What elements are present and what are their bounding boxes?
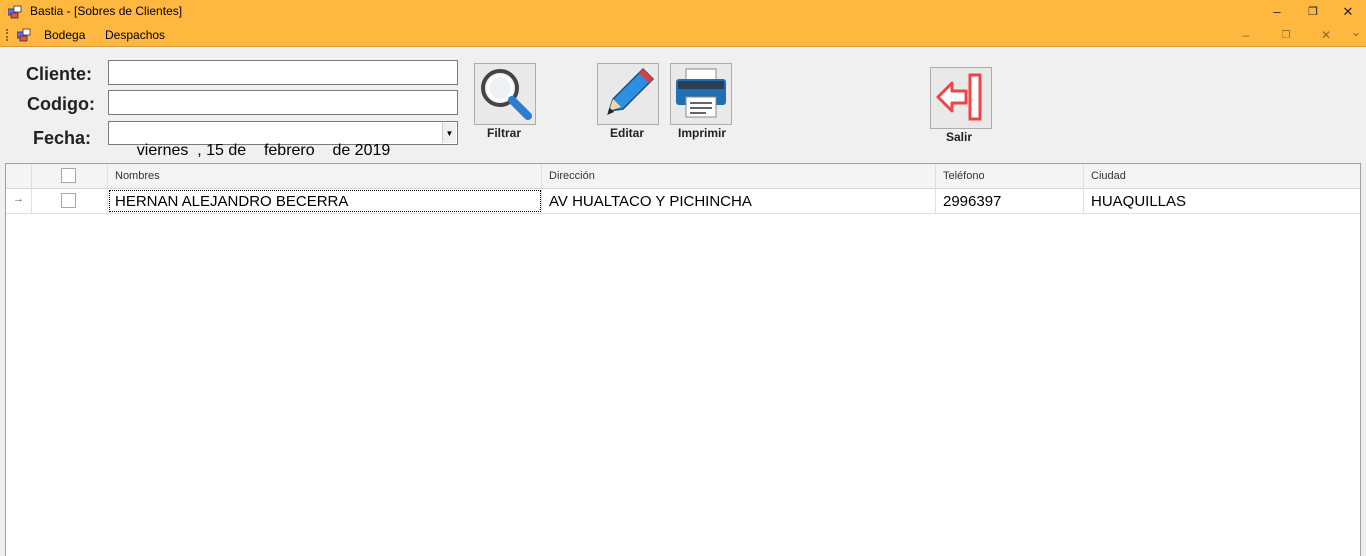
cliente-label: Cliente:: [25, 64, 92, 84]
pencil-icon: [607, 67, 655, 115]
magnifier-icon: [481, 69, 532, 120]
imprimir-button[interactable]: [670, 63, 732, 125]
chevron-down-icon[interactable]: ▼: [442, 123, 456, 143]
exit-arrow-icon: [936, 73, 982, 121]
column-header-direccion[interactable]: Dirección: [542, 164, 936, 189]
menu-despachos[interactable]: Despachos: [105, 28, 165, 42]
mdi-restore-button[interactable]: ❐: [1274, 26, 1298, 44]
app-icon: [8, 5, 22, 19]
column-header-nombres[interactable]: Nombres: [108, 164, 542, 189]
codigo-input[interactable]: [108, 90, 458, 115]
cell-direccion[interactable]: AV HUALTACO Y PICHINCHA: [542, 189, 936, 213]
menu-bar: Bodega Despachos – ❐ ✕ ⌄: [0, 23, 1366, 47]
codigo-label: Codigo:: [27, 94, 95, 114]
fecha-label: Fecha:: [32, 128, 91, 148]
mdi-minimize-button[interactable]: –: [1234, 26, 1258, 44]
close-button[interactable]: ✕: [1330, 0, 1366, 23]
menu-bodega[interactable]: Bodega: [44, 28, 85, 42]
salir-label: Salir: [945, 130, 972, 144]
form-panel: Cliente: Codigo: Fecha: viernes , 15 de …: [0, 48, 1366, 556]
mdi-dropdown-button[interactable]: ⌄: [1344, 23, 1366, 41]
imprimir-label: Imprimir: [677, 126, 726, 140]
grid-header: Nombres Dirección Teléfono Ciudad: [6, 164, 1360, 189]
editar-label: Editar: [609, 126, 644, 140]
current-row-arrow-icon: →: [13, 193, 24, 205]
select-all-column[interactable]: [32, 164, 108, 189]
mdi-close-button[interactable]: ✕: [1314, 26, 1338, 44]
cell-telefono[interactable]: 2996397: [936, 189, 1084, 213]
select-all-checkbox[interactable]: [61, 168, 76, 183]
row-checkbox[interactable]: [61, 193, 76, 208]
row-select-cell[interactable]: [32, 189, 108, 213]
column-header-ciudad[interactable]: Ciudad: [1084, 164, 1360, 189]
filtrar-button[interactable]: [474, 63, 536, 125]
column-header-telefono[interactable]: Teléfono: [936, 164, 1084, 189]
filtrar-label: Filtrar: [486, 126, 521, 140]
minimize-button[interactable]: –: [1259, 0, 1295, 23]
salir-button[interactable]: [930, 67, 992, 129]
table-row[interactable]: → HERNAN ALEJANDRO BECERRA AV HUALTACO Y…: [6, 189, 1360, 214]
row-header[interactable]: →: [6, 189, 32, 213]
restore-button[interactable]: ❐: [1295, 0, 1331, 23]
fecha-value: viernes , 15 de febrero de 2019: [136, 142, 391, 159]
cell-nombres[interactable]: HERNAN ALEJANDRO BECERRA: [108, 189, 542, 213]
editar-button[interactable]: [597, 63, 659, 125]
cliente-input[interactable]: [108, 60, 458, 85]
menu-grip: [6, 29, 8, 41]
title-bar: Bastia - [Sobres de Clientes] – ❐ ✕: [0, 0, 1366, 23]
mdi-child-icon[interactable]: [17, 28, 31, 42]
clients-grid[interactable]: Nombres Dirección Teléfono Ciudad → HERN…: [5, 163, 1361, 556]
window-title: Bastia - [Sobres de Clientes]: [30, 4, 183, 18]
fecha-datepicker[interactable]: viernes , 15 de febrero de 2019 ▼: [108, 121, 458, 159]
printer-icon: [676, 68, 726, 118]
row-header-corner: [6, 164, 32, 189]
cell-ciudad[interactable]: HUAQUILLAS: [1084, 189, 1360, 213]
